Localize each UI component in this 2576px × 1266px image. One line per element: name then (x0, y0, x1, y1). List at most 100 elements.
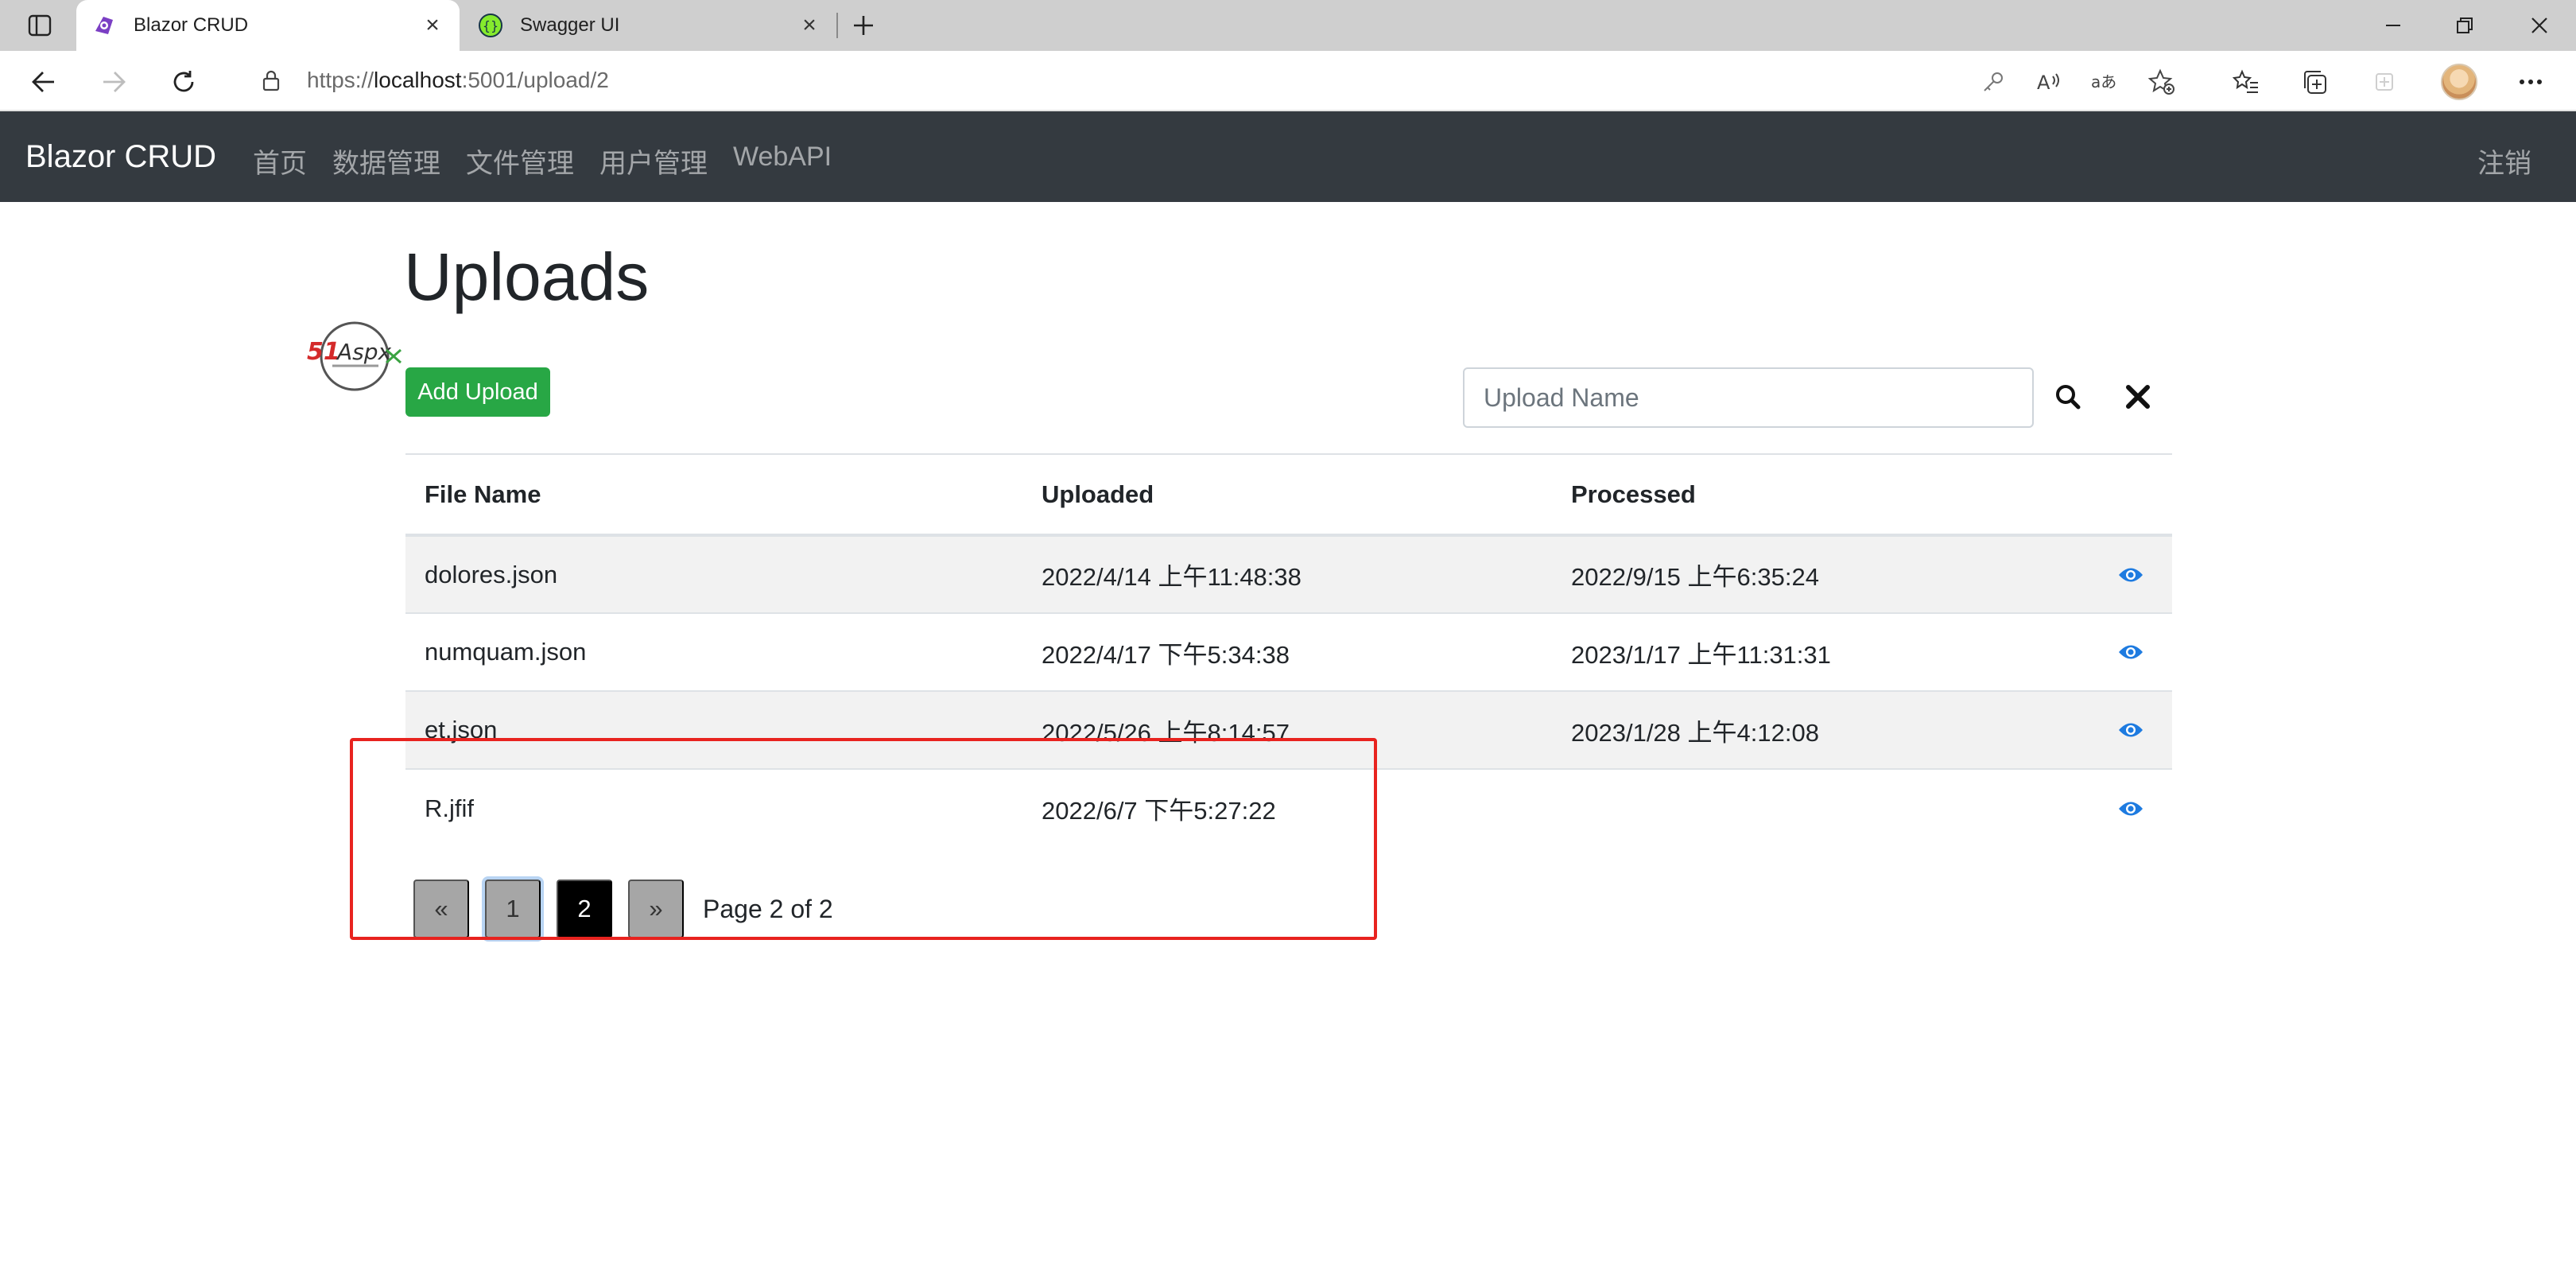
previous-page-button[interactable]: « (413, 880, 469, 938)
cell-file-name: et.json (405, 690, 1022, 769)
svg-text:aあ: aあ (2091, 72, 2116, 91)
tab-blazor-crud[interactable]: Blazor CRUD × (76, 0, 460, 51)
close-icon (2531, 17, 2547, 33)
app-brand[interactable]: Blazor CRUD (25, 139, 216, 175)
column-header-uploaded: Uploaded (1022, 453, 1552, 537)
tab-swagger-ui[interactable]: {} Swagger UI × (463, 0, 836, 51)
translate-icon: aあ (2091, 72, 2116, 91)
more-options-button[interactable] (2512, 64, 2549, 100)
nav-user-management[interactable]: 用户管理 (599, 142, 708, 181)
nav-data-management[interactable]: 数据管理 (332, 142, 440, 181)
uploads-table: File Name Uploaded Processed dolores.jso… (405, 453, 2172, 847)
upload-name-search-input[interactable] (1463, 367, 2034, 428)
swagger-icon: {} (477, 12, 504, 39)
more-icon (2520, 80, 2542, 84)
tab-divider (836, 13, 838, 38)
tab-title: Blazor CRUD (134, 14, 249, 36)
back-arrow-icon (32, 72, 54, 92)
svg-text:{}: {} (483, 18, 499, 33)
add-favorite-button[interactable] (2143, 64, 2180, 100)
url-path: :5001/upload/2 (461, 68, 609, 92)
table-row: et.json 2022/5/26 上午8:14:57 2023/1/28 上午… (405, 690, 2172, 769)
cell-uploaded: 2022/4/17 下午5:34:38 (1022, 612, 1552, 691)
column-header-actions (2053, 453, 2172, 537)
close-tab-icon[interactable]: × (795, 11, 824, 40)
restore-icon (2457, 17, 2473, 33)
browser-toolbar: https://localhost:5001/upload/2 A aあ (0, 51, 2576, 111)
nav-webapi[interactable]: WebAPI (733, 142, 832, 181)
minimize-icon (2386, 25, 2400, 26)
new-tab-button[interactable] (848, 10, 879, 41)
refresh-button[interactable] (164, 62, 204, 102)
blazor-icon (91, 12, 118, 39)
cell-actions (2053, 768, 2172, 847)
nav-home[interactable]: 首页 (253, 142, 307, 181)
column-header-processed: Processed (1552, 453, 2053, 537)
url-host: localhost (374, 68, 462, 92)
main-menu: 首页 数据管理 文件管理 用户管理 WebAPI (253, 142, 832, 181)
cell-uploaded: 2022/6/7 下午5:27:22 (1022, 768, 1552, 847)
profile-avatar[interactable] (2441, 64, 2477, 100)
url-text: https://localhost:5001/upload/2 (307, 68, 609, 93)
cell-processed: 2022/9/15 上午6:35:24 (1552, 534, 2053, 613)
refresh-icon (173, 71, 194, 92)
favorites-button[interactable] (2228, 64, 2264, 100)
table-row: R.jfif 2022/6/7 下午5:27:22 (405, 768, 2172, 847)
search-icon (2056, 385, 2081, 410)
cell-actions (2053, 534, 2172, 613)
svg-text:51: 51 (307, 338, 340, 366)
favorites-icon (2233, 69, 2258, 93)
view-eye-icon[interactable] (2115, 714, 2147, 746)
page-1-button[interactable]: 1 (485, 880, 541, 938)
cell-processed: 2023/1/17 上午11:31:31 (1552, 612, 2053, 691)
cell-file-name: R.jfif (405, 768, 1022, 847)
table-row: dolores.json 2022/4/14 上午11:48:38 2022/9… (405, 534, 2172, 613)
page-2-button[interactable]: 2 (557, 880, 612, 938)
view-eye-icon[interactable] (2115, 559, 2147, 591)
read-aloud-button[interactable]: A (2031, 64, 2067, 100)
cell-processed: 2023/1/28 上午4:12:08 (1552, 690, 2053, 769)
collections-icon (2304, 71, 2326, 94)
app-navbar: Blazor CRUD 首页 数据管理 文件管理 用户管理 WebAPI 注销 (0, 111, 2576, 202)
tab-actions-button[interactable] (16, 11, 64, 40)
lock-icon (259, 68, 283, 92)
column-header-file-name: File Name (405, 453, 1022, 537)
view-eye-icon[interactable] (2115, 793, 2147, 825)
site-logo: 51 Aspx (307, 321, 402, 391)
forward-button[interactable] (94, 62, 134, 102)
view-eye-icon[interactable] (2115, 636, 2147, 668)
clear-search-button[interactable] (2118, 377, 2158, 417)
url-scheme: https:// (307, 68, 374, 92)
collections-button[interactable] (2296, 64, 2333, 100)
close-window-button[interactable] (2516, 8, 2563, 43)
svg-text:A: A (2037, 72, 2050, 94)
cell-uploaded: 2022/5/26 上午8:14:57 (1022, 690, 1552, 769)
cell-uploaded: 2022/4/14 上午11:48:38 (1022, 534, 1552, 613)
svg-text:Aspx: Aspx (336, 339, 392, 365)
page-info: Page 2 of 2 (703, 894, 833, 923)
search-button[interactable] (2048, 377, 2088, 417)
extension-icon (2376, 73, 2393, 91)
forward-arrow-icon (103, 72, 126, 92)
extension-button[interactable] (2366, 64, 2403, 100)
translate-button[interactable]: aあ (2086, 64, 2123, 100)
cell-actions (2053, 690, 2172, 769)
password-key-button[interactable] (1975, 64, 2012, 100)
next-page-button[interactable]: » (628, 880, 684, 938)
address-bar[interactable]: https://localhost:5001/upload/2 (227, 57, 1992, 103)
pagination: « 1 2 » Page 2 of 2 (413, 880, 833, 938)
cell-file-name: dolores.json (405, 534, 1022, 613)
plus-icon (854, 16, 873, 35)
add-upload-button[interactable]: Add Upload (405, 367, 550, 417)
cell-actions (2053, 612, 2172, 691)
back-button[interactable] (24, 62, 64, 102)
close-icon (2126, 385, 2150, 409)
restore-button[interactable] (2441, 8, 2489, 43)
close-tab-icon[interactable]: × (418, 11, 447, 40)
star-add-icon (2148, 68, 2174, 95)
nav-file-management[interactable]: 文件管理 (466, 142, 574, 181)
minimize-button[interactable] (2369, 8, 2417, 43)
logout-link[interactable]: 注销 (2477, 142, 2531, 181)
cell-processed (1552, 768, 2053, 847)
tab-actions-icon (28, 14, 52, 37)
